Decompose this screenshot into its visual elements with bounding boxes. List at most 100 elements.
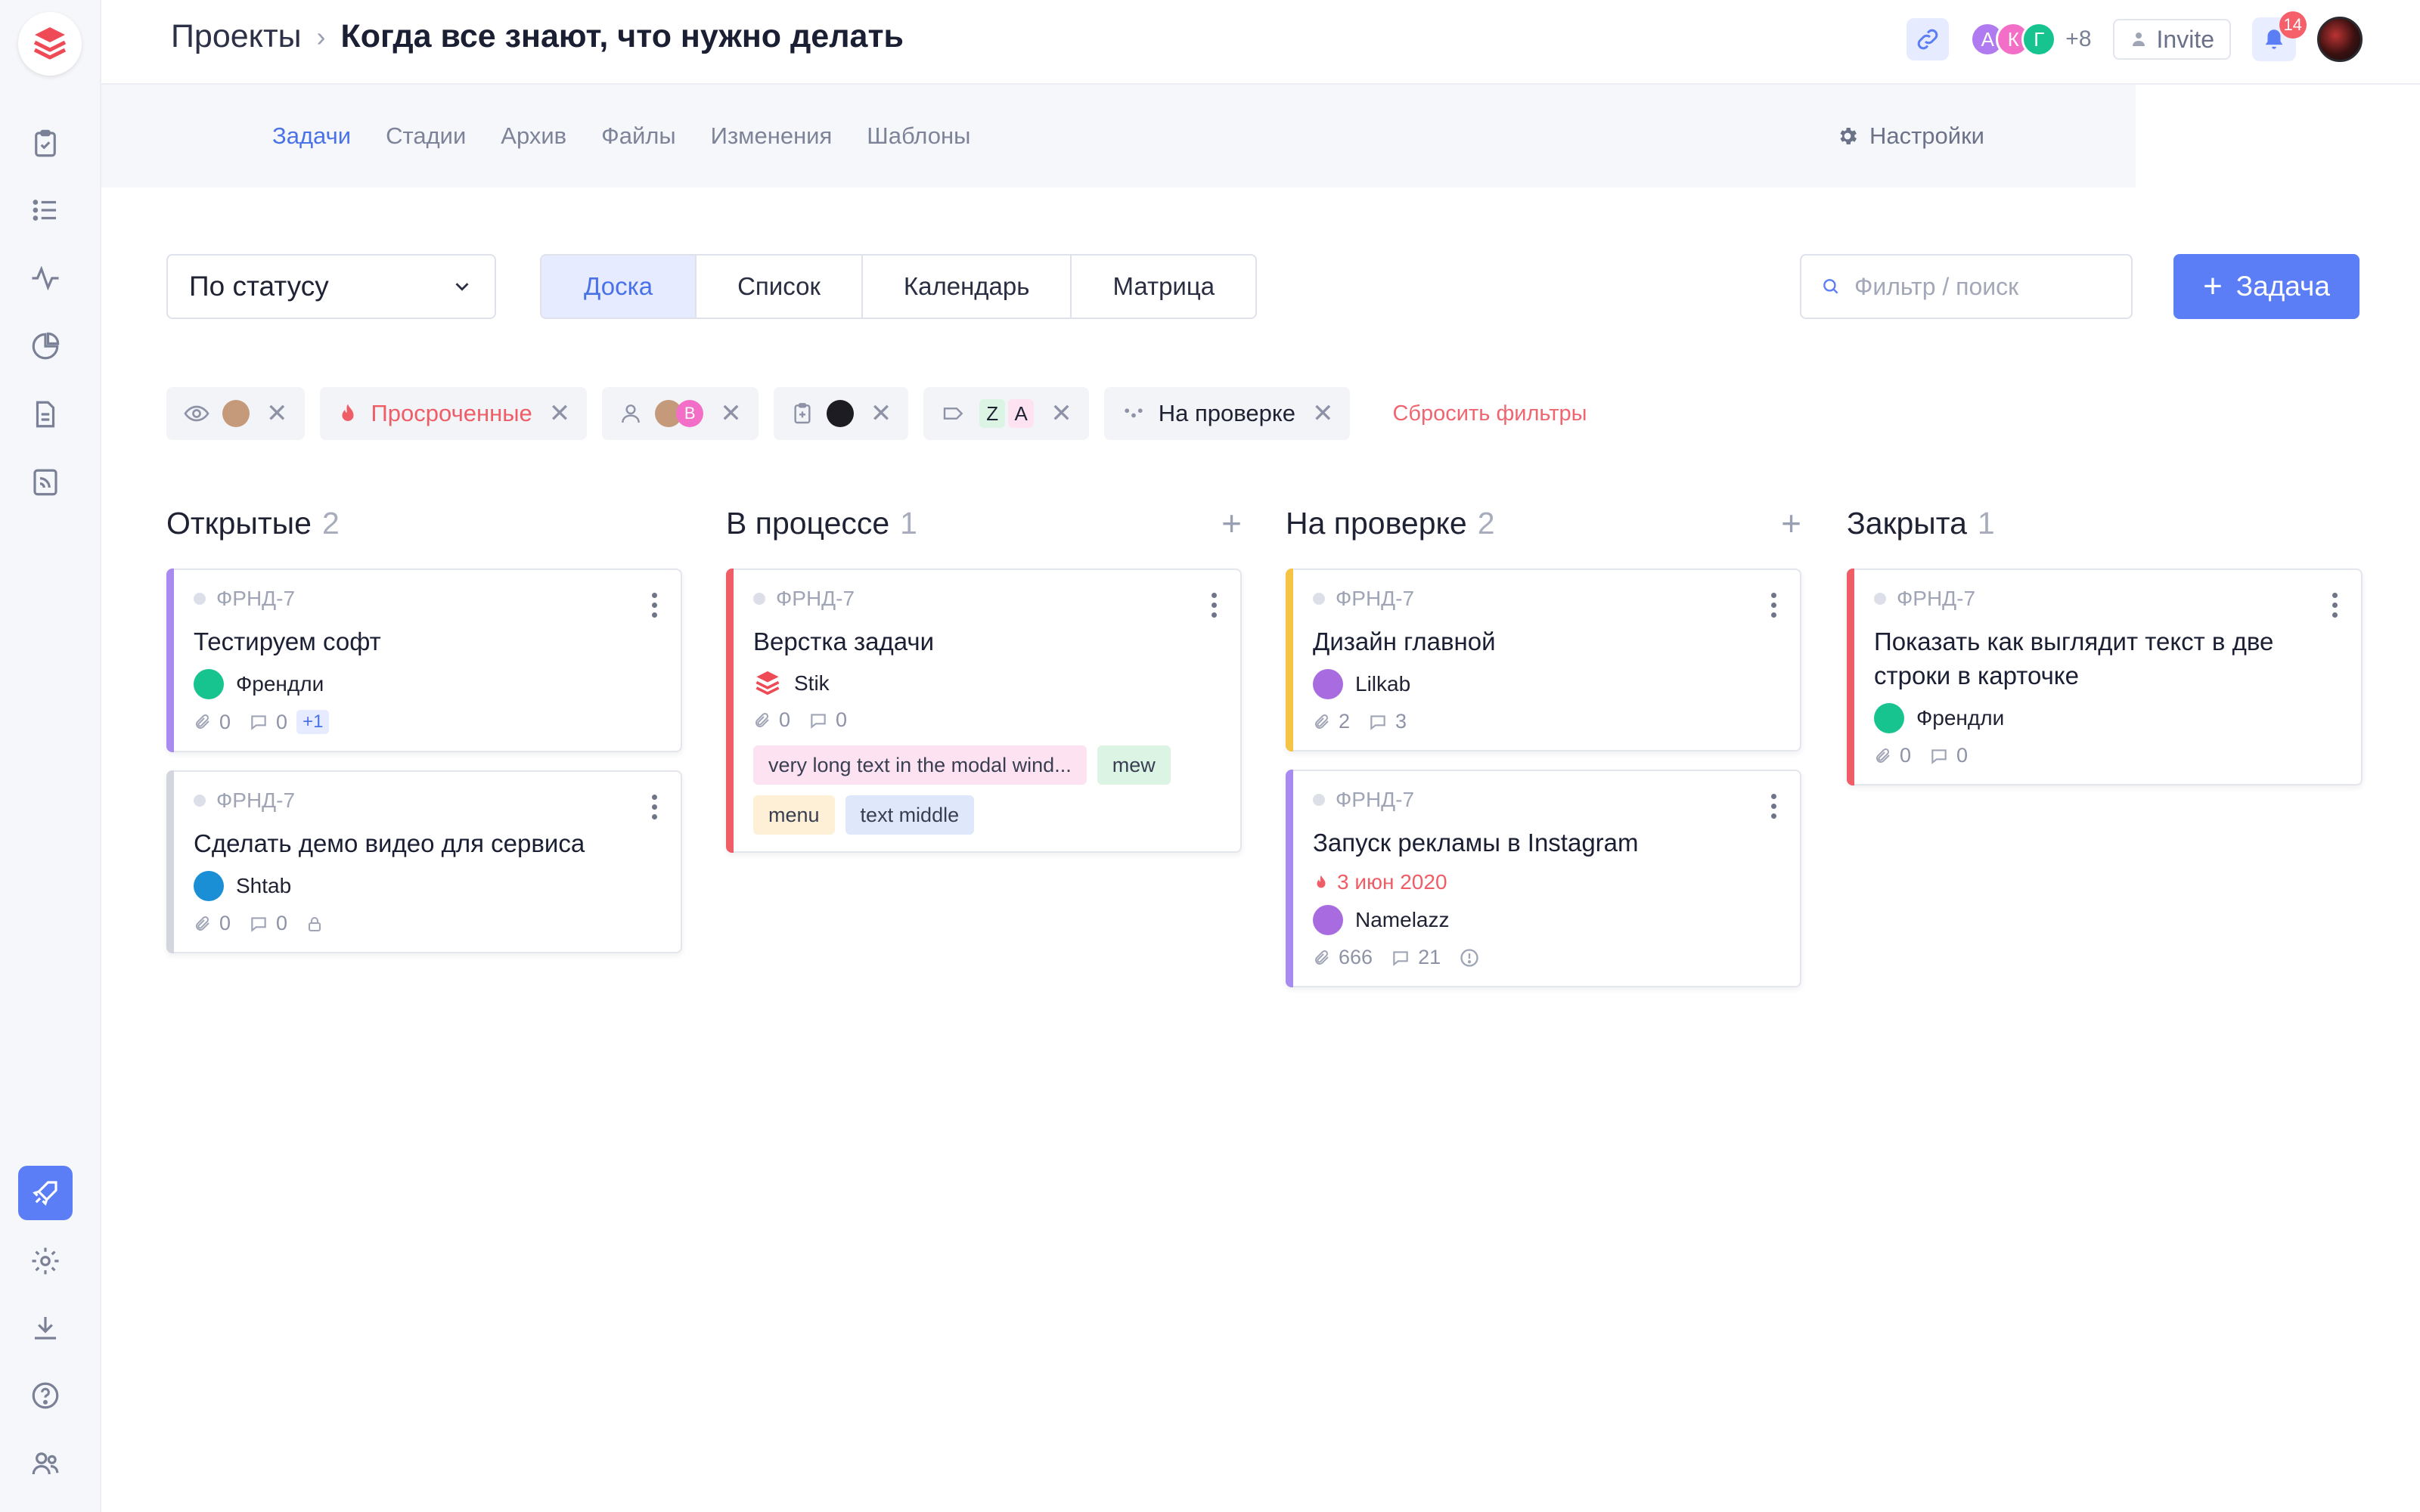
tag-badge[interactable]: very long text in the modal wind... — [753, 745, 1087, 785]
task-card[interactable]: ФРНД-7 Дизайн главной Lilkab 2 3 — [1286, 569, 1801, 751]
tasks-nav-icon[interactable] — [18, 116, 73, 171]
comments-count: 0 — [249, 912, 287, 935]
link-icon — [1918, 29, 1938, 50]
filter-chip-overdue[interactable]: Просроченные ✕ — [319, 387, 588, 440]
app-logo[interactable] — [18, 12, 82, 76]
task-card[interactable]: ФРНД-7 Запуск рекламы в Instagram 3 июн 20… — [1286, 770, 1801, 987]
attachments-count: 2 — [1313, 710, 1350, 733]
view-calendar-button[interactable]: Календарь — [861, 256, 1071, 318]
more-options-icon[interactable] — [1771, 593, 1777, 618]
filter-chip-author[interactable]: ✕ — [773, 387, 909, 440]
more-options-icon[interactable] — [2332, 593, 2338, 618]
member-avatar[interactable]: Г — [2021, 22, 2057, 57]
task-card[interactable]: ФРНД-7 Верстка задачи Stik 0 0 very long text… — [726, 569, 1242, 853]
tab-changes[interactable]: Изменения — [711, 122, 833, 150]
launch-nav-icon[interactable] — [18, 1166, 73, 1220]
comments-count: 0 — [1929, 744, 1968, 767]
add-card-button[interactable]: + — [1221, 506, 1242, 541]
flame-icon — [1317, 875, 1326, 888]
tag-badge[interactable]: text middle — [845, 795, 975, 835]
reset-filters-link[interactable]: Сбросить фильтры — [1392, 401, 1587, 426]
comments-count: 0 — [808, 708, 847, 732]
more-options-icon[interactable] — [652, 593, 658, 618]
more-options-icon[interactable] — [1212, 593, 1218, 618]
task-card[interactable]: ФРНД-7 Показать как выглядит текст в две … — [1847, 569, 2363, 785]
task-assignee[interactable]: Namelazz — [1313, 905, 1777, 935]
comments-value: 21 — [1418, 946, 1441, 968]
paperclip-icon — [1876, 748, 1890, 763]
user-icon — [2132, 33, 2145, 46]
project-settings-button[interactable]: Настройки — [1836, 122, 1984, 150]
help-nav-icon[interactable] — [18, 1368, 73, 1423]
breadcrumb-projects-link[interactable]: Проекты — [171, 18, 302, 55]
close-icon[interactable]: ✕ — [266, 398, 288, 429]
attachments-count: 0 — [194, 711, 231, 734]
user-avatar[interactable] — [2317, 17, 2363, 62]
feed-nav-icon[interactable] — [18, 455, 73, 510]
group-by-select[interactable]: По статусу — [166, 254, 496, 319]
filter-chip-watchers[interactable]: ✕ — [166, 387, 305, 440]
members-more-count[interactable]: +8 — [2065, 26, 2091, 52]
tag-badge[interactable]: menu — [753, 795, 835, 835]
project-members[interactable]: А К Г +8 — [1970, 22, 2092, 57]
view-board-button[interactable]: Доска — [541, 256, 696, 318]
team-nav-icon[interactable] — [18, 1436, 73, 1491]
tab-templates[interactable]: Шаблоны — [867, 122, 970, 150]
invite-button[interactable]: Invite — [2112, 19, 2231, 60]
notifications-button[interactable]: 14 — [2252, 11, 2307, 61]
tab-archive[interactable]: Архив — [501, 122, 566, 150]
task-card[interactable]: ФРНД-7 Сделать демо видео для сервиса Shta… — [166, 770, 682, 953]
tab-tasks[interactable]: Задачи — [272, 122, 351, 150]
search-box — [1800, 254, 2133, 319]
column-header: Закрыта 1 — [1847, 499, 2363, 547]
task-code-text: ФРНД-7 — [776, 587, 855, 610]
close-icon[interactable]: ✕ — [1312, 398, 1334, 429]
attachments-count: 0 — [1874, 744, 1911, 767]
copy-link-button[interactable] — [1907, 18, 1950, 60]
filter-chip-status[interactable]: На проверке ✕ — [1103, 387, 1351, 440]
task-assignee[interactable]: Френдли — [1874, 703, 2338, 733]
info-indicator[interactable] — [1459, 947, 1480, 968]
close-icon[interactable]: ✕ — [549, 398, 571, 429]
column-cards: ФРНД-7 Показать как выглядит текст в две … — [1847, 569, 2363, 785]
task-assignee[interactable]: Stik — [753, 669, 1218, 698]
paperclip-icon — [1315, 950, 1329, 965]
task-assignee[interactable]: Shtab — [194, 871, 658, 901]
more-options-icon[interactable] — [652, 795, 658, 820]
close-icon[interactable]: ✕ — [870, 398, 892, 429]
plus-icon: + — [2203, 268, 2223, 305]
more-options-icon[interactable] — [1771, 794, 1777, 819]
add-card-button[interactable]: + — [1781, 506, 1801, 541]
search-input[interactable] — [1854, 272, 2111, 301]
attachments-value: 0 — [219, 710, 231, 733]
task-code-text: ФРНД-7 — [216, 587, 296, 610]
filter-chip-tags[interactable]: Z A ✕ — [923, 387, 1089, 440]
activity-nav-icon[interactable] — [18, 251, 73, 305]
list-nav-icon[interactable] — [18, 183, 73, 237]
column-header: На проверке 2 + — [1286, 499, 1801, 547]
active-filters: ✕ Просроченные ✕ В ✕ ✕ Z A ✕ На проверке… — [166, 387, 1587, 440]
tag-badge[interactable]: mew — [1097, 745, 1171, 785]
status-dot — [1313, 794, 1325, 806]
task-card[interactable]: ФРНД-7 Тестируем софт Френдли 0 0 +1 — [166, 569, 682, 752]
tag-letter: A — [1008, 399, 1035, 428]
view-switcher: Доска Список Календарь Матрица — [540, 254, 1258, 319]
reports-nav-icon[interactable] — [18, 319, 73, 373]
add-task-label: Задача — [2235, 271, 2330, 302]
close-icon[interactable]: ✕ — [720, 398, 742, 429]
close-icon[interactable]: ✕ — [1050, 398, 1072, 429]
task-assignee[interactable]: Френдли — [194, 669, 658, 699]
view-list-button[interactable]: Список — [695, 256, 861, 318]
download-nav-icon[interactable] — [18, 1300, 73, 1355]
tab-files[interactable]: Файлы — [601, 122, 676, 150]
task-assignee[interactable]: Lilkab — [1313, 669, 1777, 699]
board-column: В процессе 1 + ФРНД-7 Верстка задачи Stik 0 0 ve… — [726, 499, 1242, 853]
add-task-button[interactable]: + Задача — [2173, 254, 2360, 319]
tab-stages[interactable]: Стадии — [386, 122, 466, 150]
settings-nav-icon[interactable] — [18, 1234, 73, 1288]
filter-chip-assignees[interactable]: В ✕ — [602, 387, 759, 440]
documents-nav-icon[interactable] — [18, 387, 73, 442]
task-code: ФРНД-7 — [753, 587, 1218, 611]
comment-icon — [251, 715, 266, 730]
view-matrix-button[interactable]: Матрица — [1070, 256, 1255, 318]
